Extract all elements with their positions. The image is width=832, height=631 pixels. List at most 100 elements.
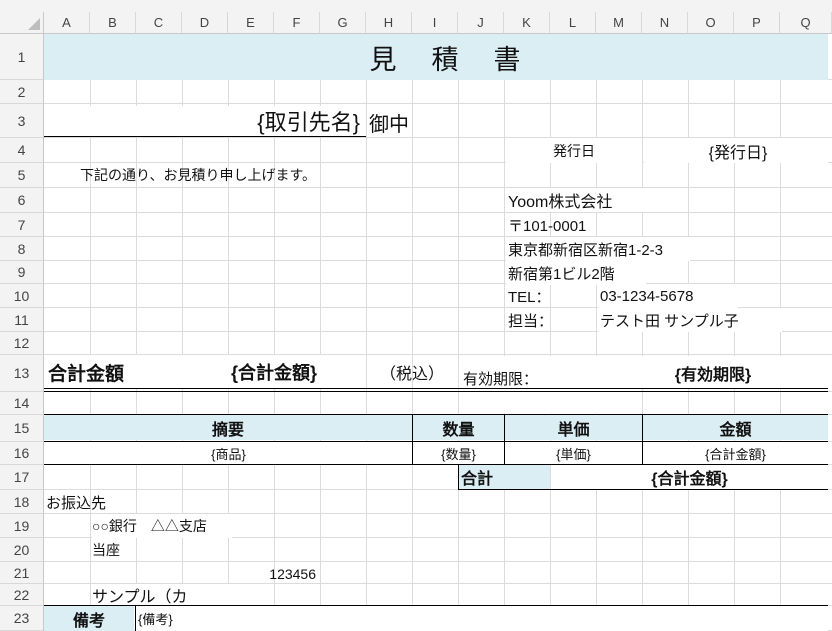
header-amount-cell[interactable]: 金額: [643, 415, 828, 440]
address2-cell[interactable]: 新宿第1ビル2階: [506, 261, 646, 285]
person-value-cell[interactable]: テスト田 サンプル子: [598, 308, 782, 332]
row-summary-cell[interactable]: {商品}: [45, 442, 412, 464]
row-amount: {合計金額}: [705, 446, 766, 462]
row-header-1[interactable]: 1: [0, 34, 44, 80]
greeting-cell[interactable]: 下記の通り、お見積り申し上げます。: [80, 163, 340, 187]
row-header-22[interactable]: 22: [0, 584, 44, 606]
header-qty-cell[interactable]: 数量: [413, 415, 504, 440]
column-header-q[interactable]: Q: [780, 12, 832, 34]
validity-label-cell[interactable]: 有効期限：: [459, 356, 597, 413]
person-label-cell[interactable]: 担当：: [506, 308, 596, 332]
column-header-f[interactable]: F: [274, 12, 320, 34]
bank-heading-cell[interactable]: お振込先: [46, 490, 166, 514]
sum-border-bottom: [458, 489, 828, 490]
row-header-5[interactable]: 5: [0, 163, 44, 188]
remarks-divider: [135, 605, 136, 631]
tel-label-cell[interactable]: TEL：: [506, 284, 596, 308]
column-header-d[interactable]: D: [182, 12, 228, 34]
row-header-13[interactable]: 13: [0, 355, 44, 392]
header-unit-price-cell[interactable]: 単価: [505, 415, 642, 440]
account-number-cell[interactable]: 123456: [230, 562, 318, 586]
row-header-6[interactable]: 6: [0, 188, 44, 213]
account-number: 123456: [269, 566, 316, 582]
column-header-c[interactable]: C: [136, 12, 182, 34]
row-header-18[interactable]: 18: [0, 490, 44, 514]
row-header-23[interactable]: 23: [0, 606, 44, 631]
row-header-16[interactable]: 16: [0, 442, 44, 465]
row-header-4[interactable]: 4: [0, 138, 44, 163]
row-header-7[interactable]: 7: [0, 213, 44, 237]
validity-value-cell[interactable]: {有効期限}: [598, 356, 828, 389]
row-header-3[interactable]: 3: [0, 104, 44, 138]
row-header-21[interactable]: 21: [0, 562, 44, 584]
row-header-19[interactable]: 19: [0, 514, 44, 538]
issue-date-value-cell[interactable]: {発行日}: [644, 138, 828, 163]
postal-cell[interactable]: 〒101-0001: [506, 213, 646, 237]
total-label-cell[interactable]: 合計金額: [46, 355, 180, 389]
row-header-9[interactable]: 9: [0, 261, 44, 284]
column-header-p[interactable]: P: [734, 12, 780, 34]
column-header-h[interactable]: H: [366, 12, 412, 34]
column-header-j[interactable]: J: [458, 12, 504, 34]
remarks-label-cell[interactable]: 備考: [44, 606, 134, 631]
select-all-icon: [28, 18, 40, 30]
row-header-14[interactable]: 14: [0, 392, 44, 415]
remarks-value-cell[interactable]: {備考}: [136, 606, 828, 631]
column-header-k[interactable]: K: [504, 12, 550, 34]
tel-value-cell[interactable]: 03-1234-5678: [598, 284, 738, 308]
header-summary-cell[interactable]: 摘要: [44, 415, 412, 440]
total-double-underline-2: [44, 391, 828, 392]
row-amount-cell[interactable]: {合計金額}: [643, 442, 828, 464]
column-header-n[interactable]: N: [642, 12, 688, 34]
address1-cell[interactable]: 東京都新宿区新宿1-2-3: [506, 237, 690, 261]
column-header-e[interactable]: E: [228, 12, 274, 34]
account-holder-cell[interactable]: サンプル（カ: [92, 584, 232, 606]
tel-label: TEL：: [508, 288, 551, 306]
total-value-cell[interactable]: {合計金額}: [182, 355, 366, 389]
column-header-o[interactable]: O: [688, 12, 734, 34]
bank-name-cell[interactable]: ○○銀行 △△支店: [92, 514, 232, 538]
row-header-10[interactable]: 10: [0, 284, 44, 308]
sum-label-cell[interactable]: 合計: [459, 465, 550, 489]
row-header-20[interactable]: 20: [0, 538, 44, 562]
total-value: {合計金額}: [230, 363, 317, 383]
grid-vline: [780, 34, 781, 631]
select-all-corner[interactable]: [0, 12, 44, 34]
issue-date-label-cell[interactable]: 発行日: [506, 138, 642, 163]
column-header-i[interactable]: I: [412, 12, 458, 34]
grid-vline: [550, 34, 551, 631]
client-name-cell[interactable]: {取引先名}: [46, 106, 364, 136]
total-double-underline-1: [44, 388, 828, 389]
column-header-g[interactable]: G: [320, 12, 366, 34]
tax-note-cell[interactable]: （税込）: [368, 355, 456, 389]
spreadsheet-grid[interactable]: ABCDEFGHIJKLMNOPQ 1 2 3 4 5 6 7 8 9 10 11 12 13 14 15 1…: [0, 0, 832, 631]
column-header-m[interactable]: M: [596, 12, 642, 34]
row-header-8[interactable]: 8: [0, 237, 44, 261]
account-type-cell[interactable]: 当座: [92, 538, 180, 562]
column-header-l[interactable]: L: [550, 12, 596, 34]
remarks-border-top: [44, 605, 828, 606]
row-qty-cell[interactable]: {数量}: [413, 442, 504, 464]
issue-date-label: 発行日: [553, 142, 595, 159]
postal-code: 〒101-0001: [508, 217, 587, 235]
row-header-2[interactable]: 2: [0, 80, 44, 104]
table-divider-3: [642, 414, 643, 465]
company-cell[interactable]: Yoom株式会社: [506, 188, 646, 212]
grid-vline: [366, 34, 367, 631]
row-unit-price-cell[interactable]: {単価}: [505, 442, 642, 464]
row-summary: {商品}: [211, 446, 246, 462]
grid-hline: [44, 187, 832, 188]
grid-vline: [642, 34, 643, 631]
greeting-text: 下記の通り、お見積り申し上げます。: [80, 167, 317, 183]
column-header-b[interactable]: B: [90, 12, 136, 34]
row-header-17[interactable]: 17: [0, 465, 44, 490]
remarks-label: 備考: [72, 612, 105, 630]
column-header-a[interactable]: A: [44, 12, 90, 34]
sum-value-cell[interactable]: {合計金額}: [551, 465, 828, 489]
title-cell[interactable]: 見 積 書: [44, 34, 828, 80]
row-header-15[interactable]: 15: [0, 415, 44, 442]
row-header-12[interactable]: 12: [0, 332, 44, 355]
honorific-cell[interactable]: 御中: [369, 108, 415, 136]
row-header-11[interactable]: 11: [0, 308, 44, 332]
remarks-value: {備考}: [138, 612, 173, 627]
